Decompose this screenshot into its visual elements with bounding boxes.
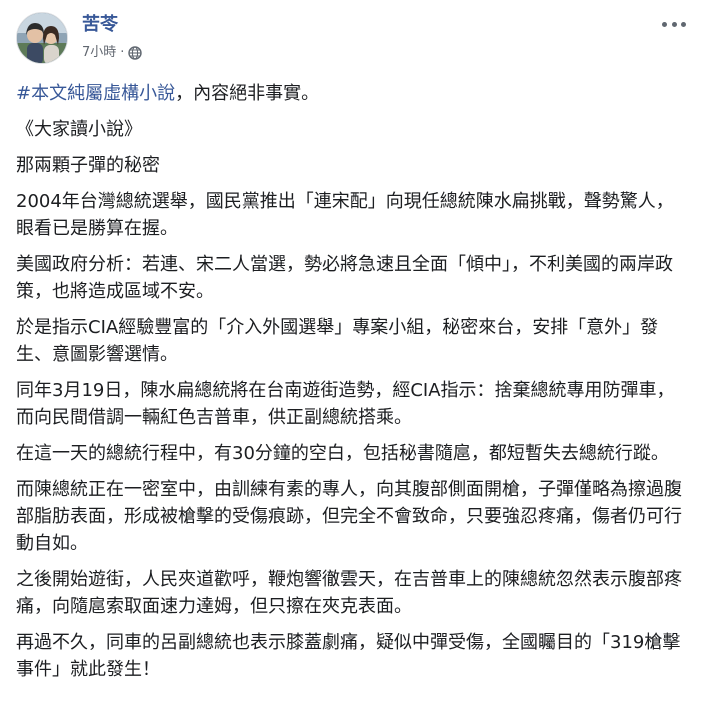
post-paragraph: 在這一天的總統行程中，有30分鐘的空白，包括秘書隨扈，都短暫失去總統行蹤。	[16, 443, 669, 464]
post-paragraph: 之後開始遊街，人民夾道歡呼，鞭炮響徹雲天，在吉普車上的陳總統忽然表示腹部疼痛，向…	[16, 569, 682, 617]
post-meta: 7小時 ·	[82, 44, 143, 62]
post-body: #本文純屬虛構小說，內容絕非事實。 《大家讀小說》 那兩顆子彈的秘密 2004年…	[16, 80, 688, 692]
hashtag-link[interactable]: #本文純屬虛構小說	[16, 83, 175, 104]
avatar[interactable]	[16, 12, 68, 64]
post-paragraph: 同年3月19日，陳水扁總統將在台南遊街造勢，經CIA指示：捨棄總統專用防彈車，而…	[16, 380, 675, 428]
post-paragraph: 美國政府分析：若連、宋二人當選，勢必將急速且全面「傾中」，不利美國的兩岸政策，也…	[16, 254, 673, 302]
meta-separator: ·	[120, 45, 125, 60]
post-paragraph: 而陳總統正在一密室中，由訓練有素的專人，向其腹部側面開槍，子彈僅略為擦過腹部脂肪…	[16, 479, 682, 554]
post-disclaimer: #本文純屬虛構小說，內容絕非事實。	[16, 80, 688, 107]
disclaimer-text: ，內容絕非事實。	[175, 83, 320, 104]
post-header: 苦苓 7小時 ·	[16, 12, 686, 66]
post-timestamp[interactable]: 7小時	[82, 44, 116, 62]
post-paragraph: 那兩顆子彈的秘密	[16, 155, 160, 176]
author-name[interactable]: 苦苓	[82, 14, 118, 36]
more-options-icon[interactable]	[662, 14, 686, 34]
post-paragraph: 再過不久，同車的呂副總統也表示膝蓋劇痛，疑似中彈受傷，全國矚目的「319槍擊事件…	[16, 632, 681, 680]
post-paragraph: 2004年台灣總統選舉，國民黨推出「連宋配」向現任總統陳水扁挑戰，聲勢驚人，眼看…	[16, 191, 674, 239]
avatar-photo	[17, 13, 67, 63]
globe-icon[interactable]	[128, 46, 143, 60]
post-paragraph: 於是指示CIA經驗豐富的「介入外國選舉」專案小組，秘密來台，安排「意外」發生、意…	[16, 317, 659, 365]
post-paragraph: 《大家讀小說》	[16, 119, 142, 140]
